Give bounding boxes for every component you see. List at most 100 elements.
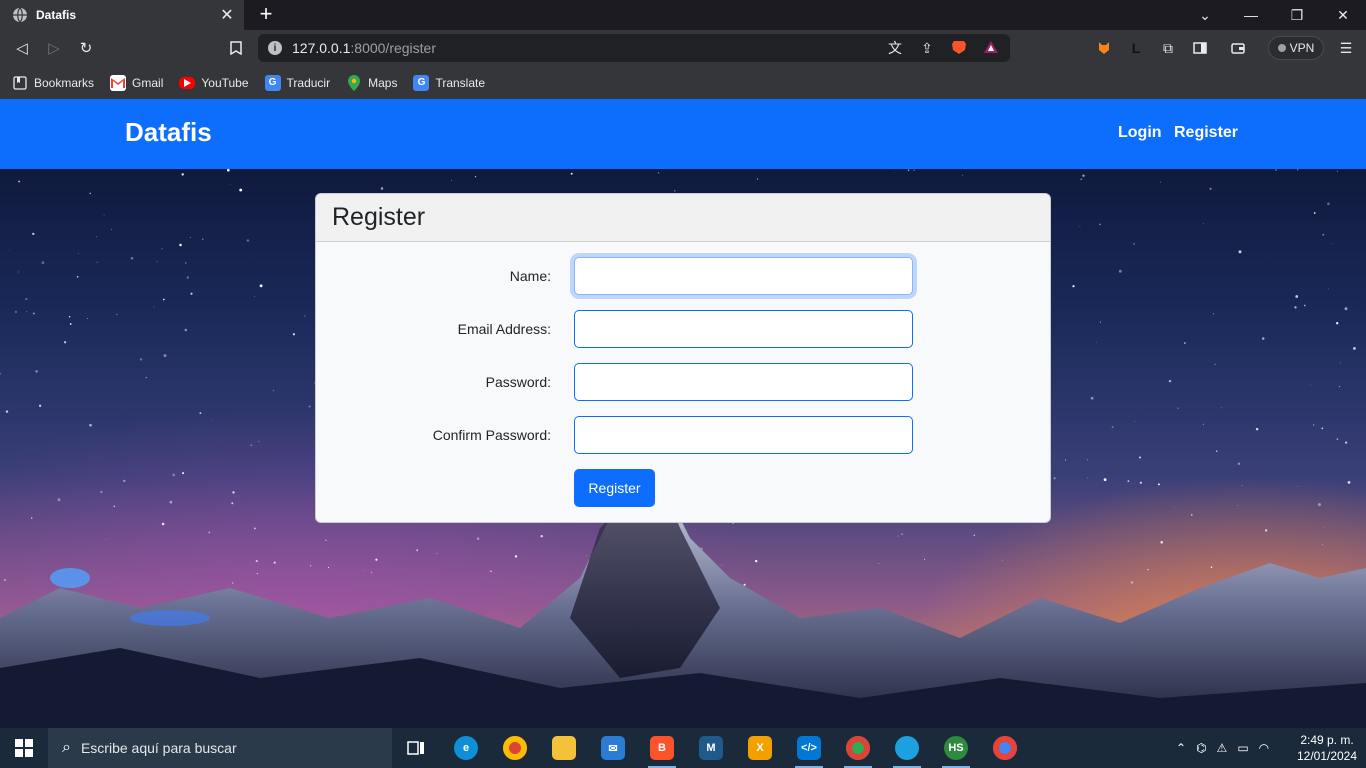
chrome-secondary-icon[interactable]: [985, 732, 1025, 764]
browser-tab[interactable]: Datafis ✕: [0, 0, 244, 30]
confirm-password-label: Confirm Password:: [432, 427, 551, 443]
start-button[interactable]: [0, 728, 48, 768]
wallet-icon[interactable]: [1228, 38, 1248, 58]
translate-icon: G: [264, 74, 281, 91]
menu-icon[interactable]: ☰: [1336, 38, 1356, 58]
bookmark-item[interactable]: Bookmarks: [12, 75, 94, 91]
chrome-profile-icon[interactable]: [838, 732, 878, 768]
extension-l-icon[interactable]: L: [1126, 38, 1146, 58]
close-window-button[interactable]: ✕: [1320, 0, 1366, 30]
page-background: Datafis Login Register Register Name: Em…: [0, 99, 1366, 728]
bookmarks-icon: [12, 75, 28, 91]
chrome-icon[interactable]: [495, 732, 535, 764]
share-icon[interactable]: ⇪: [918, 40, 936, 57]
bookmark-item[interactable]: G Translate: [413, 74, 486, 91]
bookmark-label: YouTube: [201, 75, 249, 90]
bookmark-label: Translate: [435, 75, 486, 90]
site-info-icon[interactable]: i: [268, 41, 282, 55]
card-header: Register: [316, 194, 1050, 242]
name-input[interactable]: [574, 257, 913, 295]
hs-app-icon[interactable]: HS: [936, 732, 976, 768]
email-label: Email Address:: [457, 321, 551, 337]
mail-icon[interactable]: ✉: [593, 732, 633, 764]
wifi-icon[interactable]: ◠: [1259, 741, 1269, 755]
bookmarks-bar: Bookmarks Gmail YouTube G Traducir Maps …: [0, 66, 1366, 99]
translate-icon: G: [413, 74, 430, 91]
file-explorer-icon[interactable]: [544, 732, 584, 764]
system-tray: ⌃ ⌬ ⚠ ▭ ◠: [1176, 728, 1269, 768]
form-row-confirm-password: Confirm Password:: [316, 416, 1050, 454]
register-button[interactable]: Register: [574, 469, 655, 507]
bookmark-label: Maps: [368, 75, 398, 90]
bookmark-label: Bookmarks: [34, 75, 95, 90]
nav-link-login[interactable]: Login: [1118, 124, 1162, 142]
battery-icon[interactable]: ▭: [1237, 741, 1248, 755]
mysql-workbench-icon[interactable]: M: [691, 732, 731, 764]
tab-title: Datafis: [36, 8, 77, 22]
back-icon[interactable]: ◁: [10, 36, 34, 60]
sidebar-icon[interactable]: [1190, 38, 1210, 58]
windows-taskbar: ⌕ Escribe aquí para buscar e ✉ B M X </>…: [0, 728, 1366, 768]
email-input[interactable]: [574, 310, 913, 348]
register-card: Register Name: Email Address: Password: …: [315, 193, 1051, 523]
notification-badge-icon[interactable]: ⚠: [1217, 741, 1228, 755]
form-row-name: Name:: [316, 257, 1050, 295]
close-tab-icon[interactable]: ✕: [218, 5, 236, 25]
vpn-button[interactable]: VPN: [1268, 36, 1324, 60]
restore-button[interactable]: ❐: [1274, 0, 1320, 30]
nav-link-register[interactable]: Register: [1174, 124, 1238, 142]
maps-icon: [346, 74, 362, 91]
gmail-icon: [110, 74, 127, 91]
url-path: :8000/register: [350, 40, 436, 56]
bookmark-label: Traducir: [286, 75, 331, 90]
taskbar-clock[interactable]: 2:49 p. m. 12/01/2024: [1296, 732, 1358, 764]
reload-icon[interactable]: ↻: [74, 36, 98, 60]
name-label: Name:: [509, 268, 551, 284]
extensions-puzzle-icon[interactable]: ⧉: [1158, 38, 1178, 58]
bookmark-item[interactable]: G Traducir: [264, 74, 331, 91]
browser-tabbar: Datafis ✕ + ⌄ — ❐ ✕: [0, 0, 1366, 30]
bookmark-item[interactable]: YouTube: [179, 75, 249, 90]
password-input[interactable]: [574, 363, 913, 401]
clock-time: 2:49 p. m.: [1300, 733, 1354, 747]
form-row-email: Email Address:: [316, 310, 1050, 348]
vpn-status-icon: [1277, 44, 1286, 52]
tab-search-chevron-icon[interactable]: ⌄: [1182, 0, 1228, 30]
bookmark-item[interactable]: Maps: [346, 74, 398, 91]
browser-toolbar: ◁ ▷ ↻ i 127.0.0.1:8000/register 文 ⇪ L ⧉ …: [0, 30, 1366, 66]
url-host: 127.0.0.1: [292, 40, 351, 56]
globe-icon: [13, 7, 27, 23]
brand-logo[interactable]: Datafis: [125, 117, 212, 148]
windows-logo-icon: [15, 739, 33, 757]
confirm-password-input[interactable]: [574, 416, 913, 454]
show-hidden-icons-icon[interactable]: ⌃: [1176, 741, 1186, 755]
clock-date: 12/01/2024: [1296, 749, 1358, 763]
card-title: Register: [332, 203, 426, 231]
vpn-label: VPN: [1289, 41, 1315, 55]
brave-icon[interactable]: B: [642, 732, 682, 768]
taskbar-search[interactable]: ⌕ Escribe aquí para buscar: [48, 728, 392, 768]
search-placeholder: Escribe aquí para buscar: [80, 740, 237, 756]
edge-dev-icon[interactable]: [887, 732, 927, 768]
brave-rewards-icon[interactable]: [982, 39, 1000, 58]
new-tab-button[interactable]: +: [256, 3, 276, 25]
translate-page-icon[interactable]: 文: [886, 38, 904, 58]
extension-fox-icon[interactable]: [1094, 38, 1114, 58]
minimize-button[interactable]: —: [1228, 0, 1274, 30]
task-view-icon[interactable]: [396, 732, 436, 764]
edge-icon[interactable]: e: [446, 732, 486, 764]
youtube-icon: [179, 76, 196, 89]
search-icon: ⌕: [62, 739, 71, 756]
bookmark-page-icon[interactable]: [224, 36, 248, 60]
bookmark-item[interactable]: Gmail: [110, 74, 164, 91]
meet-now-icon[interactable]: ⌬: [1196, 741, 1206, 755]
vscode-icon[interactable]: </>: [789, 732, 829, 768]
brave-shields-icon[interactable]: [950, 39, 968, 58]
navbar: Datafis Login Register: [0, 99, 1366, 169]
form-row-password: Password:: [316, 363, 1050, 401]
password-label: Password:: [485, 374, 551, 390]
forward-icon: ▷: [48, 40, 60, 57]
xampp-icon[interactable]: X: [740, 732, 780, 764]
bookmark-label: Gmail: [132, 75, 164, 90]
address-bar[interactable]: i 127.0.0.1:8000/register 文 ⇪: [258, 34, 1010, 62]
